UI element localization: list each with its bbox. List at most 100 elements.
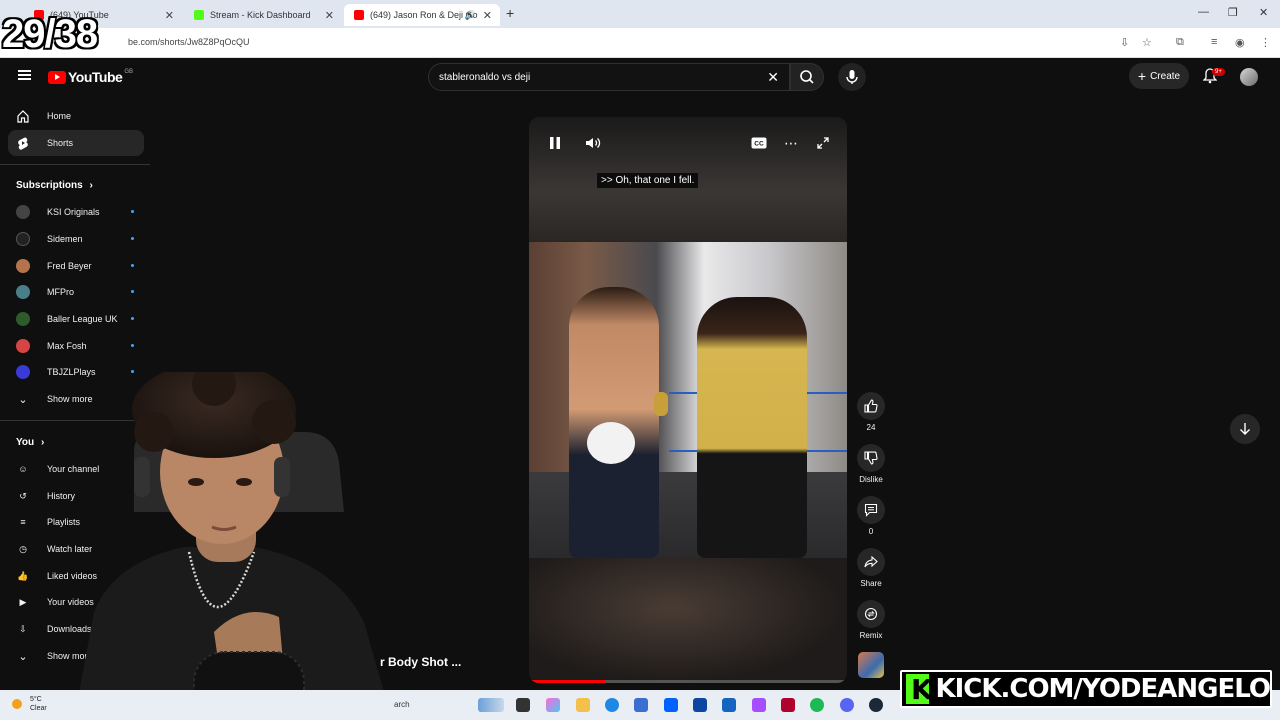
like-button[interactable] [857, 392, 885, 420]
channel-avatar [16, 259, 30, 273]
subscriptions-heading[interactable]: Subscriptions › [16, 180, 93, 191]
extensions-icon[interactable]: ⧉ [1176, 36, 1184, 49]
sidebar-item-subscription[interactable]: Sidemen [8, 226, 144, 252]
sidebar-item-shorts[interactable]: Shorts [8, 130, 144, 156]
search-icon [800, 70, 814, 84]
channel-name: Max Fosh [47, 341, 87, 351]
url-field[interactable]: be.com/shorts/Jw8Z8PqOcQU [128, 37, 250, 47]
comments-button[interactable] [857, 496, 885, 524]
app-icon[interactable] [752, 698, 766, 712]
pause-icon [550, 137, 560, 149]
volume-button[interactable] [581, 131, 605, 155]
browser-menu-icon[interactable]: ⋮ [1260, 36, 1271, 49]
audio-playing-icon[interactable]: 🔊 [465, 10, 476, 21]
search-box[interactable]: stableronaldo vs deji ✕ [428, 63, 790, 91]
logo-text: YouTube [68, 69, 123, 85]
tab-search-icon[interactable]: ≡ [1211, 36, 1217, 48]
copilot-icon[interactable] [546, 698, 560, 712]
account-avatar[interactable] [1240, 68, 1258, 86]
steam-icon[interactable] [869, 698, 883, 712]
new-content-dot [131, 210, 134, 213]
sidebar-item-subscription[interactable]: Max Fosh [8, 333, 144, 359]
remix-icon [864, 607, 878, 621]
create-button[interactable]: + Create [1129, 63, 1189, 89]
new-content-dot [131, 344, 134, 347]
dislike-button[interactable] [857, 444, 885, 472]
app-icon[interactable] [781, 698, 795, 712]
sidebar-item-home[interactable]: Home [8, 103, 144, 129]
captions-button[interactable]: CC [747, 131, 771, 155]
file-explorer-icon[interactable] [576, 698, 590, 712]
new-tab-icon[interactable]: + [506, 5, 514, 21]
tab-title: (649) Jason Ron & Deji Go [370, 10, 478, 20]
edge-icon[interactable] [605, 698, 619, 712]
menu-icon[interactable] [18, 70, 31, 80]
remix-button[interactable] [857, 600, 885, 628]
install-app-icon[interactable]: ⇩ [1120, 36, 1129, 49]
close-window-icon[interactable]: ✕ [1259, 6, 1268, 19]
more-options-button[interactable]: ⋯ [779, 131, 803, 155]
app-icon[interactable] [693, 698, 707, 712]
restore-icon[interactable]: ❐ [1228, 6, 1238, 19]
clear-search-icon[interactable]: ✕ [767, 69, 779, 86]
share-button[interactable] [857, 548, 885, 576]
share-action[interactable]: Share [856, 548, 886, 588]
remix-action[interactable]: Remix [856, 600, 886, 640]
outlook-icon[interactable] [722, 698, 736, 712]
taskbar-widget-icon[interactable] [478, 698, 504, 712]
sidebar-item-subscription[interactable]: KSI Originals [8, 199, 144, 225]
comments-action[interactable]: 0 [856, 496, 886, 536]
closed-caption: >> Oh, that one I fell. [597, 173, 699, 188]
boxing-glove [587, 422, 635, 464]
search-input[interactable]: stableronaldo vs deji [439, 72, 530, 83]
fullscreen-button[interactable] [811, 131, 835, 155]
close-tab-icon[interactable]: ✕ [165, 9, 174, 22]
close-tab-icon[interactable]: ✕ [325, 9, 334, 22]
thumbs-up-icon [864, 399, 878, 413]
channel-name: MFPro [47, 287, 74, 297]
spotify-icon[interactable] [810, 698, 824, 712]
voice-search-button[interactable] [838, 63, 866, 91]
taskbar-search[interactable]: arch [394, 700, 410, 709]
shorts-video-player[interactable]: >> Oh, that one I fell. CC ⋯ [529, 117, 847, 683]
progress-fill [529, 680, 606, 683]
sidebar-divider [0, 164, 150, 165]
dislike-action[interactable]: Dislike [856, 444, 886, 484]
new-content-dot [131, 290, 134, 293]
close-tab-icon[interactable]: ✕ [483, 9, 492, 22]
notification-badge: 9+ [1212, 68, 1225, 76]
you-heading[interactable]: You › [16, 437, 44, 448]
weather-widget[interactable]: 5°C Clear [12, 695, 47, 713]
chevron-right-icon: › [40, 437, 45, 448]
sidebar-item-subscription[interactable]: Baller League UK [8, 306, 144, 332]
new-content-dot [131, 237, 134, 240]
thumbs-up-icon: 👍 [17, 570, 29, 581]
tab-shorts-active[interactable]: (649) Jason Ron & Deji Go 🔊 ✕ [344, 4, 500, 26]
task-view-icon[interactable] [516, 698, 530, 712]
youtube-logo[interactable]: YouTube GB [48, 69, 133, 85]
like-action[interactable]: 24 [856, 392, 886, 432]
weather-temp: 5°C [29, 696, 42, 703]
dropbox-icon[interactable] [664, 698, 678, 712]
store-icon[interactable] [634, 698, 648, 712]
sidebar-item-label: History [47, 491, 76, 501]
sidebar-item-subscription[interactable]: MFPro [8, 279, 144, 305]
kick-logo-icon [906, 673, 933, 706]
discord-icon[interactable] [840, 698, 854, 712]
search-button[interactable] [790, 63, 824, 91]
kick-banner-text: KICK.COM/YODEANGELO [935, 674, 1271, 704]
microphone-icon [846, 70, 858, 84]
sidebar-item-subscription[interactable]: Fred Beyer [8, 253, 144, 279]
channel-avatar [16, 365, 30, 379]
history-icon: ↺ [19, 490, 27, 501]
tab-kick-dashboard[interactable]: Stream - Kick Dashboard ✕ [184, 4, 342, 26]
minimize-icon[interactable]: — [1198, 6, 1209, 18]
sound-thumbnail[interactable] [858, 652, 884, 678]
profile-icon[interactable]: ◉ [1235, 36, 1245, 49]
new-content-dot [131, 264, 134, 267]
next-short-button[interactable] [1230, 414, 1260, 444]
pause-button[interactable] [543, 131, 567, 155]
bookmark-star-icon[interactable]: ☆ [1142, 36, 1152, 49]
video-icon: ▶ [19, 596, 27, 607]
remix-label: Remix [859, 631, 883, 640]
